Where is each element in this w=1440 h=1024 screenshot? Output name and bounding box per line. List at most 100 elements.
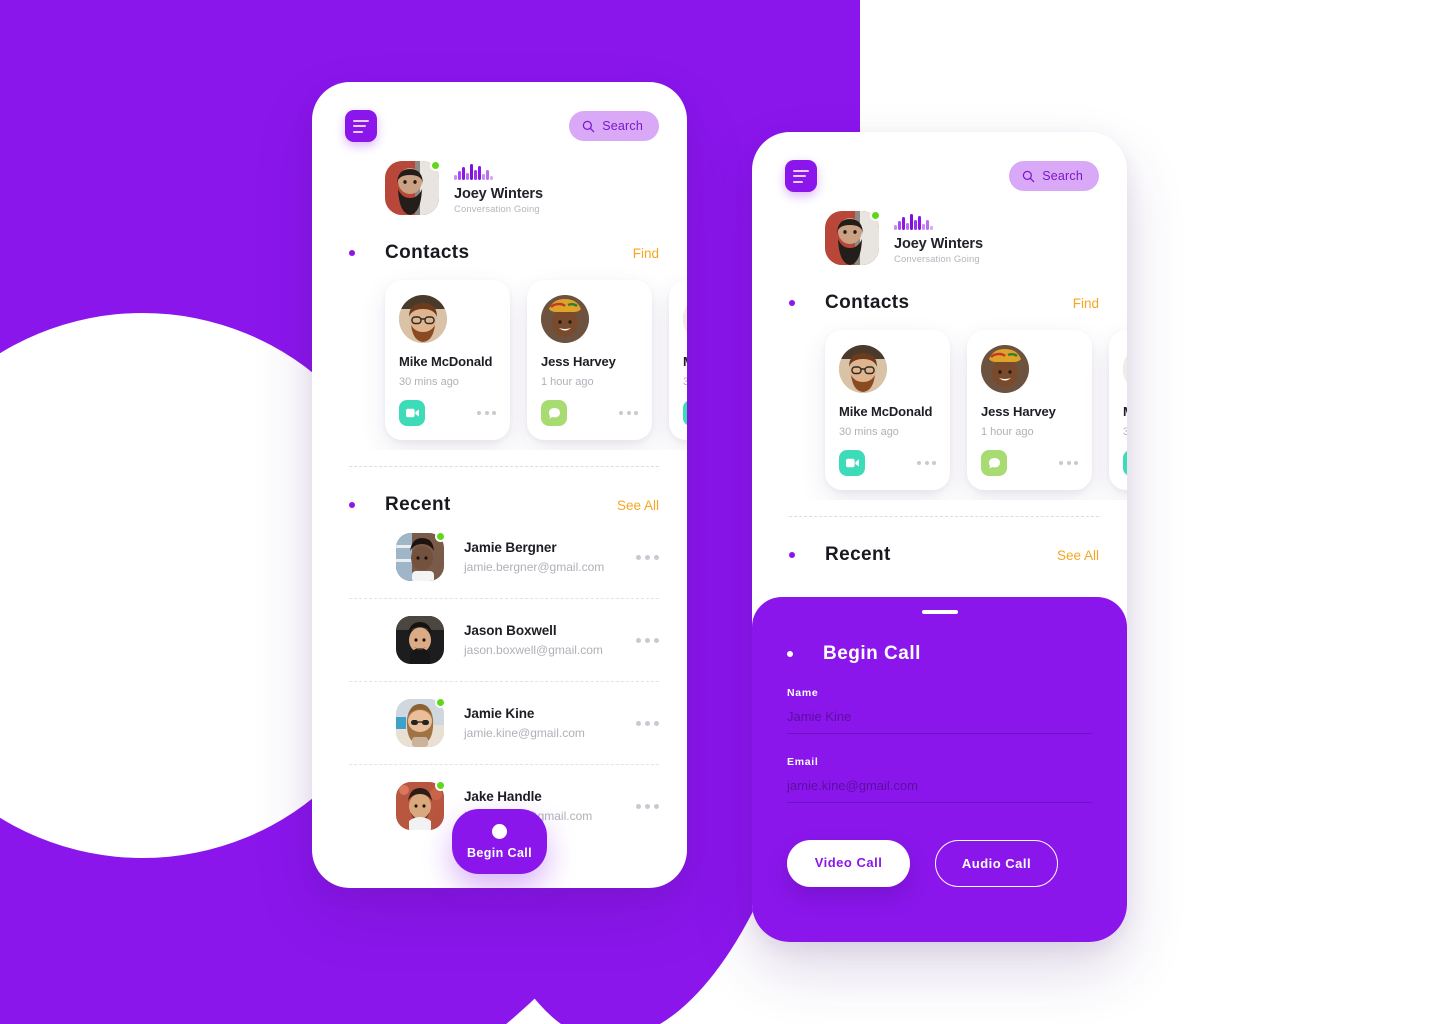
list-item[interactable]: Jamie Bergner jamie.bergner@gmail.com [349, 516, 659, 598]
email-input[interactable]: jamie.kine@gmail.com [787, 778, 1092, 803]
contact-name: Mike McDonald [399, 354, 493, 369]
contact-name: Jason Boxwell [464, 623, 557, 639]
contacts-title: Contacts [825, 292, 910, 313]
profile-status: Conversation Going [454, 203, 540, 215]
more-options-icon[interactable] [1059, 461, 1078, 466]
name-input[interactable]: Jamie Kine [787, 709, 1092, 734]
message-bubble-icon[interactable] [981, 450, 1007, 477]
contact-name: Jess Harvey [981, 404, 1056, 419]
find-link[interactable]: Find [633, 246, 659, 261]
online-status-dot [435, 697, 446, 709]
contact-avatar [981, 345, 1029, 393]
contact-email: jason.boxwell@gmail.com [464, 643, 603, 658]
search-icon [1022, 170, 1035, 182]
contact-time: 1 hour ago [541, 376, 594, 389]
hamburger-menu-icon[interactable] [785, 160, 817, 192]
contact-card[interactable]: Jess Harvey 1 hour ago [527, 280, 652, 441]
more-options-icon[interactable] [636, 554, 659, 560]
contact-name: Mike McDonald [1123, 404, 1127, 419]
online-status-dot [870, 210, 881, 221]
begin-call-sheet: Begin Call Name Jamie Kine Email jamie.k… [752, 597, 1127, 942]
current-user-profile[interactable]: Joey Winters Conversation Going [752, 192, 1127, 265]
profile-name: Joey Winters [454, 185, 543, 202]
menu-line-1 [793, 169, 809, 172]
name-field-label: Name [787, 687, 819, 699]
find-link[interactable]: Find [1073, 296, 1099, 311]
section-bullet-icon [787, 651, 793, 657]
list-item-meta: Jason Boxwell jason.boxwell@gmail.com [464, 623, 603, 657]
search-button[interactable]: Search [1009, 161, 1099, 191]
section-divider [789, 516, 1099, 518]
contact-avatar [399, 295, 447, 343]
contact-card-footer [981, 450, 1078, 477]
profile-meta: Joey Winters Conversation Going [894, 212, 983, 265]
online-status-dot [435, 531, 446, 543]
contact-card[interactable]: Mike McDonald 30 mins ago [825, 330, 950, 491]
search-button[interactable]: Search [569, 111, 659, 141]
video-camera-icon[interactable] [399, 400, 425, 427]
see-all-link[interactable]: See All [1057, 548, 1099, 563]
video-camera-icon[interactable] [1123, 450, 1127, 477]
sheet-header: Begin Call [752, 614, 1127, 665]
search-icon [582, 120, 595, 132]
avatar [396, 616, 444, 665]
more-options-icon[interactable] [636, 720, 659, 726]
sheet-title: Begin Call [823, 643, 921, 664]
menu-line-3 [793, 180, 803, 183]
profile-name: Joey Winters [894, 235, 983, 252]
email-field-group: Email jamie.kine@gmail.com [752, 756, 1127, 803]
see-all-link[interactable]: See All [617, 498, 659, 513]
contact-name: Mike McDonald [683, 354, 687, 369]
contact-email: jamie.bergner@gmail.com [464, 560, 605, 575]
audio-waveform-icon [454, 163, 543, 180]
video-call-button[interactable]: Video Call [787, 840, 910, 887]
contact-time: 1 hour ago [981, 426, 1034, 439]
begin-call-fab[interactable]: Begin Call [452, 809, 547, 874]
video-camera-icon[interactable] [683, 400, 687, 427]
list-item[interactable]: Jason Boxwell jason.boxwell@gmail.com [349, 598, 659, 681]
record-dot-icon [492, 823, 507, 839]
more-options-icon[interactable] [636, 637, 659, 643]
contact-avatar [839, 345, 887, 393]
background-decoration-layer [0, 0, 1440, 1024]
list-item-meta: Jamie Bergner jamie.bergner@gmail.com [464, 540, 604, 574]
contact-email: jamie.kine@gmail.com [464, 726, 585, 741]
more-options-icon[interactable] [636, 803, 659, 809]
avatar-wrapper [396, 697, 446, 748]
contacts-title: Contacts [385, 242, 470, 263]
audio-call-button[interactable]: Audio Call [935, 840, 1058, 887]
contact-name: Jamie Kine [464, 706, 535, 722]
profile-status: Conversation Going [894, 253, 980, 265]
contact-card[interactable]: Mike McDonald 30 mins ago [385, 280, 510, 441]
section-bullet-icon [349, 502, 355, 509]
email-field-label: Email [787, 756, 819, 768]
contact-card[interactable]: Mike McDonald 30 mins ago [1109, 330, 1127, 491]
recent-contacts-list: Jamie Bergner jamie.bergner@gmail.com Ja… [312, 516, 687, 847]
search-label: Search [1042, 169, 1083, 183]
app-screen-contacts: Search Joey Winters Conversation Going C… [312, 82, 687, 888]
contacts-card-carousel[interactable]: Mike McDonald 30 mins ago Jess Harvey 1 … [752, 314, 1127, 500]
message-bubble-icon[interactable] [541, 400, 567, 427]
section-divider [349, 466, 659, 468]
contacts-section-header: Contacts Find [312, 242, 687, 264]
contact-card[interactable]: Mike McDonald 30 mins ago [669, 280, 687, 441]
recent-section-header: Recent See All [312, 494, 687, 516]
more-options-icon[interactable] [477, 411, 496, 416]
contact-card[interactable]: Jess Harvey 1 hour ago [967, 330, 1092, 491]
more-options-icon[interactable] [619, 411, 638, 416]
avatar-wrapper [396, 780, 446, 831]
contact-card-footer [683, 400, 687, 427]
video-camera-icon[interactable] [839, 450, 865, 477]
more-options-icon[interactable] [917, 461, 936, 466]
section-bullet-icon [789, 552, 795, 559]
top-bar: Search [752, 132, 1127, 192]
section-bullet-icon [789, 300, 795, 306]
contact-card-footer [1123, 450, 1127, 477]
list-item[interactable]: Jamie Kine jamie.kine@gmail.com [349, 681, 659, 764]
menu-line-1 [353, 119, 369, 122]
recent-section-header: Recent See All [752, 544, 1127, 566]
audio-waveform-icon [894, 213, 983, 230]
hamburger-menu-icon[interactable] [345, 110, 377, 142]
current-user-profile[interactable]: Joey Winters Conversation Going [312, 142, 687, 215]
contacts-card-carousel[interactable]: Mike McDonald 30 mins ago Jess Harvey 1 … [312, 264, 687, 450]
